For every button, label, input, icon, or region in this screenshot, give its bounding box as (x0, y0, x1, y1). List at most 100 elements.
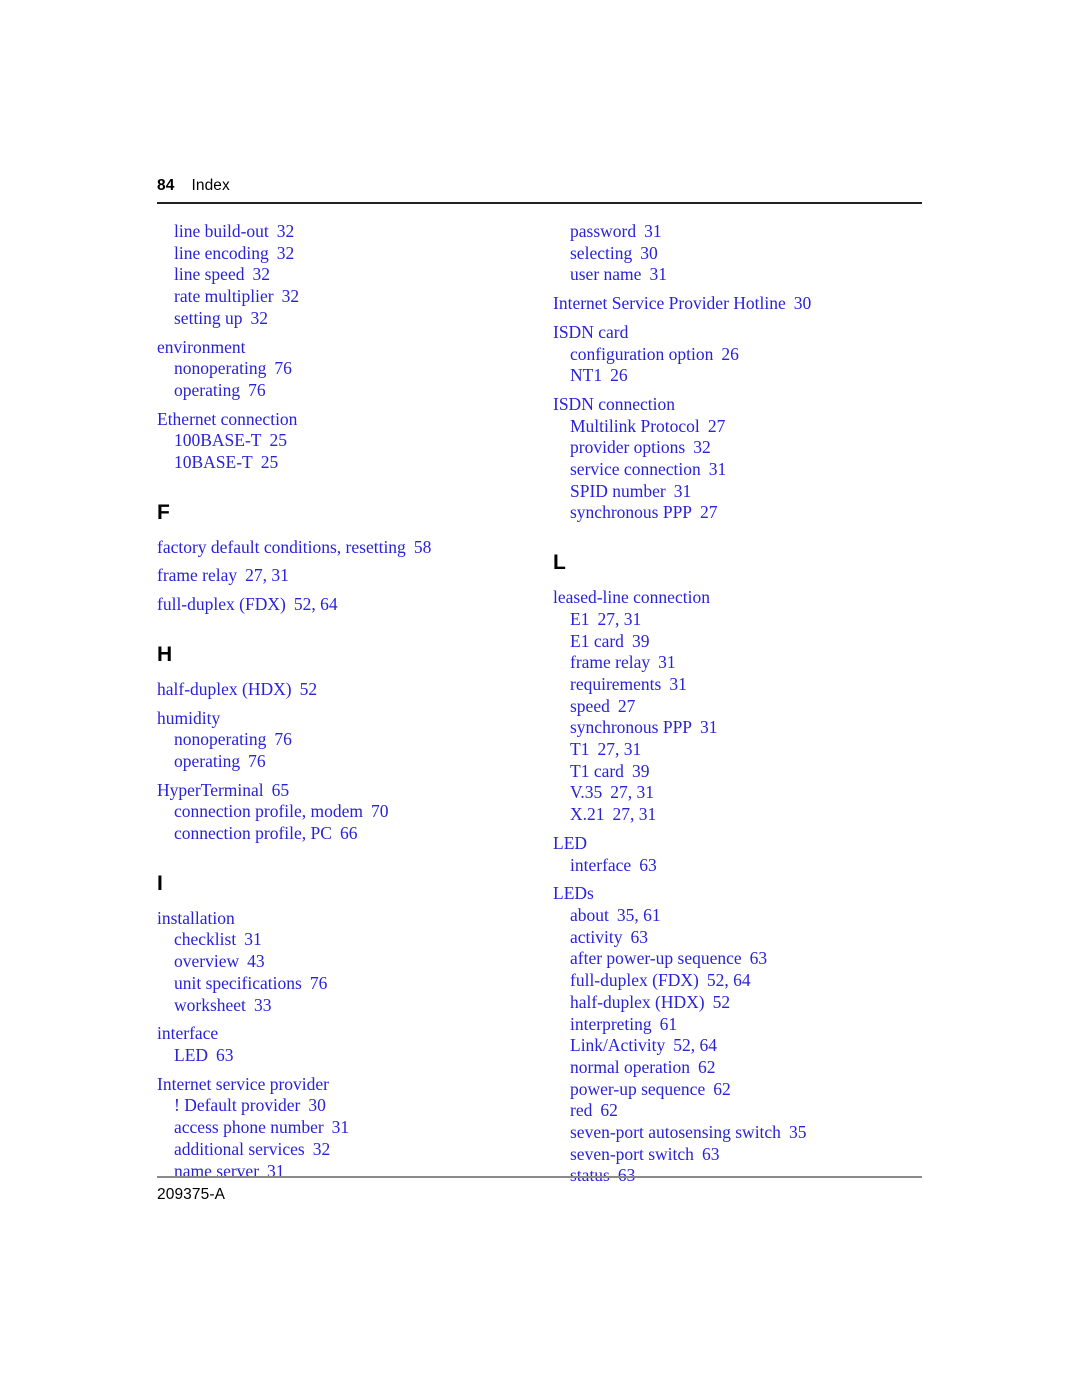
index-entry-sub[interactable]: access phone number 31 (157, 1117, 547, 1139)
index-entry-sub[interactable]: frame relay 31 (553, 652, 943, 674)
index-entry-locator[interactable]: 70 (371, 801, 389, 821)
index-entry-main[interactable]: half-duplex (HDX) 52 (157, 679, 547, 701)
index-entry-main[interactable]: environment (157, 337, 547, 359)
index-entry-sub[interactable]: power-up sequence 62 (553, 1079, 943, 1101)
index-entry-locator[interactable]: 27 (700, 502, 718, 522)
index-entry-sub[interactable]: user name 31 (553, 264, 943, 286)
index-entry-sub[interactable]: configuration option 26 (553, 344, 943, 366)
index-entry-sub[interactable]: selecting 30 (553, 243, 943, 265)
index-entry-sub[interactable]: worksheet 33 (157, 995, 547, 1017)
index-entry-sub[interactable]: ! Default provider 30 (157, 1095, 547, 1117)
index-entry-main[interactable]: full-duplex (FDX) 52, 64 (157, 594, 547, 616)
index-entry-locator[interactable]: 39 (632, 761, 650, 781)
index-entry-sub[interactable]: T1 27, 31 (553, 739, 943, 761)
index-entry-main[interactable]: Internet service provider (157, 1074, 547, 1096)
index-entry-locator[interactable]: 31 (244, 929, 262, 949)
index-entry-locator[interactable]: 27 (618, 696, 636, 716)
index-entry-locator[interactable]: 35 (789, 1122, 807, 1142)
index-entry-sub[interactable]: seven-port autosensing switch 35 (553, 1122, 943, 1144)
index-entry-main[interactable]: ISDN card (553, 322, 943, 344)
index-entry-locator[interactable]: 63 (702, 1144, 720, 1164)
index-entry-locator[interactable]: 39 (632, 631, 650, 651)
index-entry-sub[interactable]: red 62 (553, 1100, 943, 1122)
index-entry-locator[interactable]: 63 (630, 927, 648, 947)
index-entry-locator[interactable]: 76 (274, 729, 292, 749)
index-entry-sub[interactable]: speed 27 (553, 696, 943, 718)
index-entry-sub[interactable]: Link/Activity 52, 64 (553, 1035, 943, 1057)
index-entry-sub[interactable]: line build-out 32 (157, 221, 547, 243)
index-entry-locator[interactable]: 52, 64 (707, 970, 751, 990)
index-entry-locator[interactable]: 65 (272, 780, 290, 800)
index-entry-sub[interactable]: half-duplex (HDX) 52 (553, 992, 943, 1014)
index-entry-locator[interactable]: 62 (698, 1057, 716, 1077)
index-entry-locator[interactable]: 61 (660, 1014, 678, 1034)
index-entry-locator[interactable]: 32 (252, 264, 270, 284)
index-entry-sub[interactable]: operating 76 (157, 751, 547, 773)
index-entry-locator[interactable]: 27, 31 (597, 609, 641, 629)
index-entry-locator[interactable]: 32 (277, 221, 295, 241)
index-entry-locator[interactable]: 31 (709, 459, 727, 479)
index-entry-main[interactable]: HyperTerminal 65 (157, 780, 547, 802)
index-entry-sub[interactable]: provider options 32 (553, 437, 943, 459)
index-entry-main[interactable]: Internet Service Provider Hotline 30 (553, 293, 943, 315)
index-entry-sub[interactable]: rate multiplier 32 (157, 286, 547, 308)
index-entry-locator[interactable]: 32 (282, 286, 300, 306)
index-entry-main[interactable]: LED (553, 833, 943, 855)
index-entry-sub[interactable]: additional services 32 (157, 1139, 547, 1161)
index-entry-locator[interactable]: 31 (700, 717, 718, 737)
index-entry-sub[interactable]: NT1 26 (553, 365, 943, 387)
index-entry-sub[interactable]: after power-up sequence 63 (553, 948, 943, 970)
index-entry-locator[interactable]: 27, 31 (613, 804, 657, 824)
index-entry-sub[interactable]: full-duplex (FDX) 52, 64 (553, 970, 943, 992)
index-entry-main[interactable]: factory default conditions, resetting 58 (157, 537, 547, 559)
index-entry-sub[interactable]: T1 card 39 (553, 761, 943, 783)
index-entry-sub[interactable]: service connection 31 (553, 459, 943, 481)
index-entry-main[interactable]: installation (157, 908, 547, 930)
index-entry-sub[interactable]: requirements 31 (553, 674, 943, 696)
index-entry-sub[interactable]: connection profile, PC 66 (157, 823, 547, 845)
index-entry-sub[interactable]: connection profile, modem 70 (157, 801, 547, 823)
index-entry-sub[interactable]: synchronous PPP 31 (553, 717, 943, 739)
index-entry-locator[interactable]: 30 (640, 243, 658, 263)
index-entry-main[interactable]: interface (157, 1023, 547, 1045)
index-entry-locator[interactable]: 32 (277, 243, 295, 263)
index-entry-locator[interactable]: 32 (693, 437, 711, 457)
index-entry-locator[interactable]: 31 (644, 221, 662, 241)
index-entry-sub[interactable]: nonoperating 76 (157, 729, 547, 751)
index-entry-locator[interactable]: 35, 61 (617, 905, 661, 925)
index-entry-locator[interactable]: 52, 64 (673, 1035, 717, 1055)
index-entry-sub[interactable]: E1 card 39 (553, 631, 943, 653)
index-entry-main[interactable]: leased-line connection (553, 587, 943, 609)
index-entry-locator[interactable]: 76 (248, 380, 266, 400)
index-entry-locator[interactable]: 27, 31 (245, 565, 289, 585)
index-entry-locator[interactable]: 58 (414, 537, 432, 557)
index-entry-sub[interactable]: SPID number 31 (553, 481, 943, 503)
index-entry-sub[interactable]: setting up 32 (157, 308, 547, 330)
index-entry-locator[interactable]: 43 (247, 951, 265, 971)
index-entry-sub[interactable]: checklist 31 (157, 929, 547, 951)
index-entry-main[interactable]: Ethernet connection (157, 409, 547, 431)
index-entry-locator[interactable]: 62 (713, 1079, 731, 1099)
index-entry-locator[interactable]: 76 (248, 751, 266, 771)
index-entry-sub[interactable]: password 31 (553, 221, 943, 243)
index-entry-locator[interactable]: 26 (721, 344, 739, 364)
index-entry-sub[interactable]: overview 43 (157, 951, 547, 973)
index-entry-sub[interactable]: about 35, 61 (553, 905, 943, 927)
index-entry-locator[interactable]: 76 (310, 973, 328, 993)
index-entry-sub[interactable]: 10BASE-T 25 (157, 452, 547, 474)
index-entry-sub[interactable]: LED 63 (157, 1045, 547, 1067)
index-entry-locator[interactable]: 31 (669, 674, 687, 694)
index-entry-locator[interactable]: 52, 64 (294, 594, 338, 614)
index-entry-sub[interactable]: E1 27, 31 (553, 609, 943, 631)
index-entry-locator[interactable]: 27, 31 (597, 739, 641, 759)
index-entry-locator[interactable]: 27 (708, 416, 726, 436)
index-entry-locator[interactable]: 63 (750, 948, 768, 968)
index-entry-main[interactable]: humidity (157, 708, 547, 730)
index-entry-sub[interactable]: unit specifications 76 (157, 973, 547, 995)
index-entry-sub[interactable]: X.21 27, 31 (553, 804, 943, 826)
index-entry-sub[interactable]: activity 63 (553, 927, 943, 949)
index-entry-locator[interactable]: 66 (340, 823, 358, 843)
index-entry-sub[interactable]: operating 76 (157, 380, 547, 402)
index-entry-locator[interactable]: 63 (216, 1045, 234, 1065)
index-entry-locator[interactable]: 31 (658, 652, 676, 672)
